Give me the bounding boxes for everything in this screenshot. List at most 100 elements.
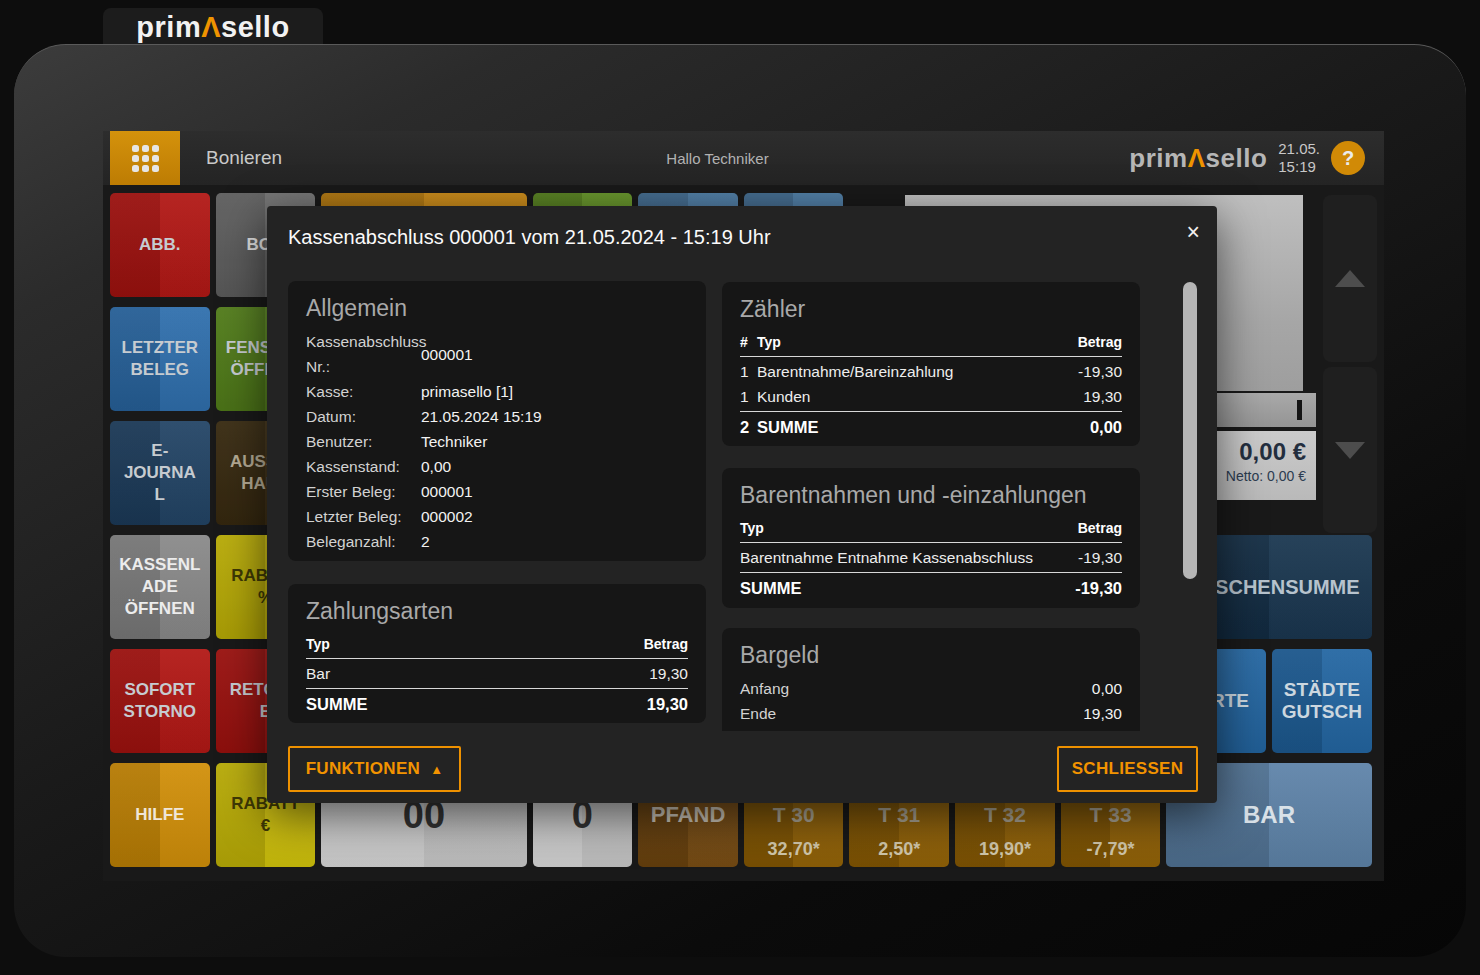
kassenabschluss-dialog: Kassenabschluss 000001 vom 21.05.2024 - … [267,206,1217,803]
button-price: -7,79* [1061,838,1161,860]
button-label: SOFORT STORNO [124,679,196,723]
button-label: LETZTER BELEG [122,337,199,381]
kv-row: Kassenabschluss Nr.:000001 [306,329,688,379]
dialog-scrollbar[interactable] [1183,282,1197,579]
staedte-gutsch-button[interactable]: STÄDTE GUTSCH [1272,649,1372,753]
button-label: T 32 [984,804,1026,826]
button-label: 0 [572,804,593,826]
table-row: 2SUMME0,00 [740,412,1122,439]
scroll-down-button[interactable] [1323,367,1377,533]
abb-button[interactable]: ABB. [110,193,210,297]
table-cell: 19,30 [649,661,688,686]
dialog-body: AllgemeinKassenabschluss Nr.:000001Kasse… [288,260,1183,731]
table-cell: 1 [740,384,757,409]
kv-value: 000002 [421,504,473,529]
table-cell: 1 [740,359,757,384]
panel-bargeld: Bargeld Anfang0,00Ende19,30 [722,628,1140,731]
button-label: STÄDTE GUTSCH [1282,679,1362,723]
dialog-column-left: AllgemeinKassenabschluss Nr.:000001Kasse… [288,260,706,723]
table-row: TypBetrag [306,636,688,659]
table-cell: Barentnahme/Bareinzahlung [757,359,1078,384]
table-cell: SUMME [740,576,1075,600]
table-row: Barentnahme Entnahme Kassenabschluss-19,… [740,545,1122,570]
kv-row: Ende19,30 [740,701,1122,726]
button-price: 19,90* [955,838,1055,860]
kv-row: Beleganzahl:2 [306,529,688,554]
help-button[interactable]: ? [1331,141,1365,175]
table-cell: SUMME [757,415,1090,439]
kv-value: primasello [1] [421,379,513,404]
button-label: T 33 [1090,804,1132,826]
menu-button[interactable] [110,131,180,185]
funktionen-button[interactable]: FUNKTIONEN▲ [288,746,461,792]
kv-label: Anfang [740,676,1092,701]
arrow-up-icon [1335,270,1365,287]
kv-value: 000001 [421,342,473,367]
panel-allgemein: AllgemeinKassenabschluss Nr.:000001Kasse… [288,281,706,561]
panel-title: Bargeld [740,642,1122,668]
header-right: primΛsello 21.05. 15:19 ? [1129,140,1384,176]
button-label: KASSENL ADE ÖFFNEN [119,554,200,620]
button-label: PFAND [651,804,726,826]
table-cell: Betrag [644,636,688,652]
arrow-down-icon [1335,442,1365,459]
primasello-logo: primΛsello [136,11,289,44]
table-cell: # [740,334,757,350]
app-header: Bonieren Hallo Techniker primΛsello 21.0… [103,131,1384,185]
hilfe-button[interactable]: HILFE [110,763,210,867]
table-row: Bar19,30 [306,661,688,686]
letzter-beleg-button[interactable]: LETZTER BELEG [110,307,210,411]
kv-label: Erster Beleg: [306,479,421,504]
button-label: T 31 [878,804,920,826]
button-price: 2,50* [849,838,949,860]
text-caret [1297,400,1302,420]
brand-tab: primΛsello [103,8,323,46]
button-price: 32,70* [744,838,844,860]
scroll-up-button[interactable] [1323,195,1377,362]
kv-row: Datum:21.05.2024 15:19 [306,404,688,429]
kv-value: 0,00 [1092,676,1122,701]
primasello-logo-header: primΛsello [1129,143,1267,174]
table-cell: Bar [306,661,649,686]
grid-menu-icon [132,145,159,172]
table-cell: Kunden [757,384,1083,409]
sofort-storno-button[interactable]: SOFORT STORNO [110,649,210,753]
table-cell: Betrag [1078,520,1122,536]
table-cell: 19,30 [1083,384,1122,409]
close-icon[interactable]: × [1187,219,1200,246]
table-cell: 2 [740,415,757,439]
table-cell: Typ [757,334,1078,350]
panel-barentnahmen-und-einzahlungen: Barentnahmen und -einzahlungenTypBetragB… [722,468,1140,608]
dialog-column-right: Zähler #Typ Betrag 1Barentnahme/Bareinzahlu… [722,260,1140,731]
user-greeting: Hallo Techniker [666,150,768,167]
table-cell: Barentnahme Entnahme Kassenabschluss [740,545,1078,570]
schliessen-button[interactable]: SCHLIESSEN [1057,746,1198,792]
button-label: 00 [403,804,445,826]
button-label: BAR [1243,804,1295,826]
kv-label: Beleganzahl: [306,529,421,554]
table-cell: 19,30 [647,692,688,716]
panel-z-hler: Zähler#TypBetrag1Barentnahme/Bareinzahlu… [722,282,1140,446]
kv-row: Kassenstand:0,00 [306,454,688,479]
table-row: 1Barentnahme/Bareinzahlung-19,30 [740,359,1122,384]
kv-label: Letzter Beleg: [306,504,421,529]
kassenlade-oeffnen-button[interactable]: KASSENL ADE ÖFFNEN [110,535,210,639]
table-cell: Typ [306,636,644,652]
table-row: SUMME19,30 [306,689,688,716]
kv-value: 0,00 [421,454,451,479]
kv-value: 19,30 [1083,701,1122,726]
button-label: ABB. [139,234,181,256]
kv-label: Kassenstand: [306,454,421,479]
kv-row: Benutzer:Techniker [306,429,688,454]
kv-value: 21.05.2024 15:19 [421,404,542,429]
panel-title: Zähler [740,296,1122,322]
table-cell: 0,00 [1090,415,1122,439]
e-journal-button[interactable]: E- JOURNA L [110,421,210,525]
kv-row: Letzter Beleg:000002 [306,504,688,529]
panel-zahlungsarten: ZahlungsartenTypBetragBar19,30SUMME19,30 [288,584,706,723]
table-cell: -19,30 [1078,545,1122,570]
kv-value: 000001 [421,479,473,504]
dialog-title: Kassenabschluss 000001 vom 21.05.2024 - … [288,226,771,249]
kv-label: Kassenabschluss Nr.: [306,329,421,379]
datetime: 21.05. 15:19 [1278,140,1320,176]
